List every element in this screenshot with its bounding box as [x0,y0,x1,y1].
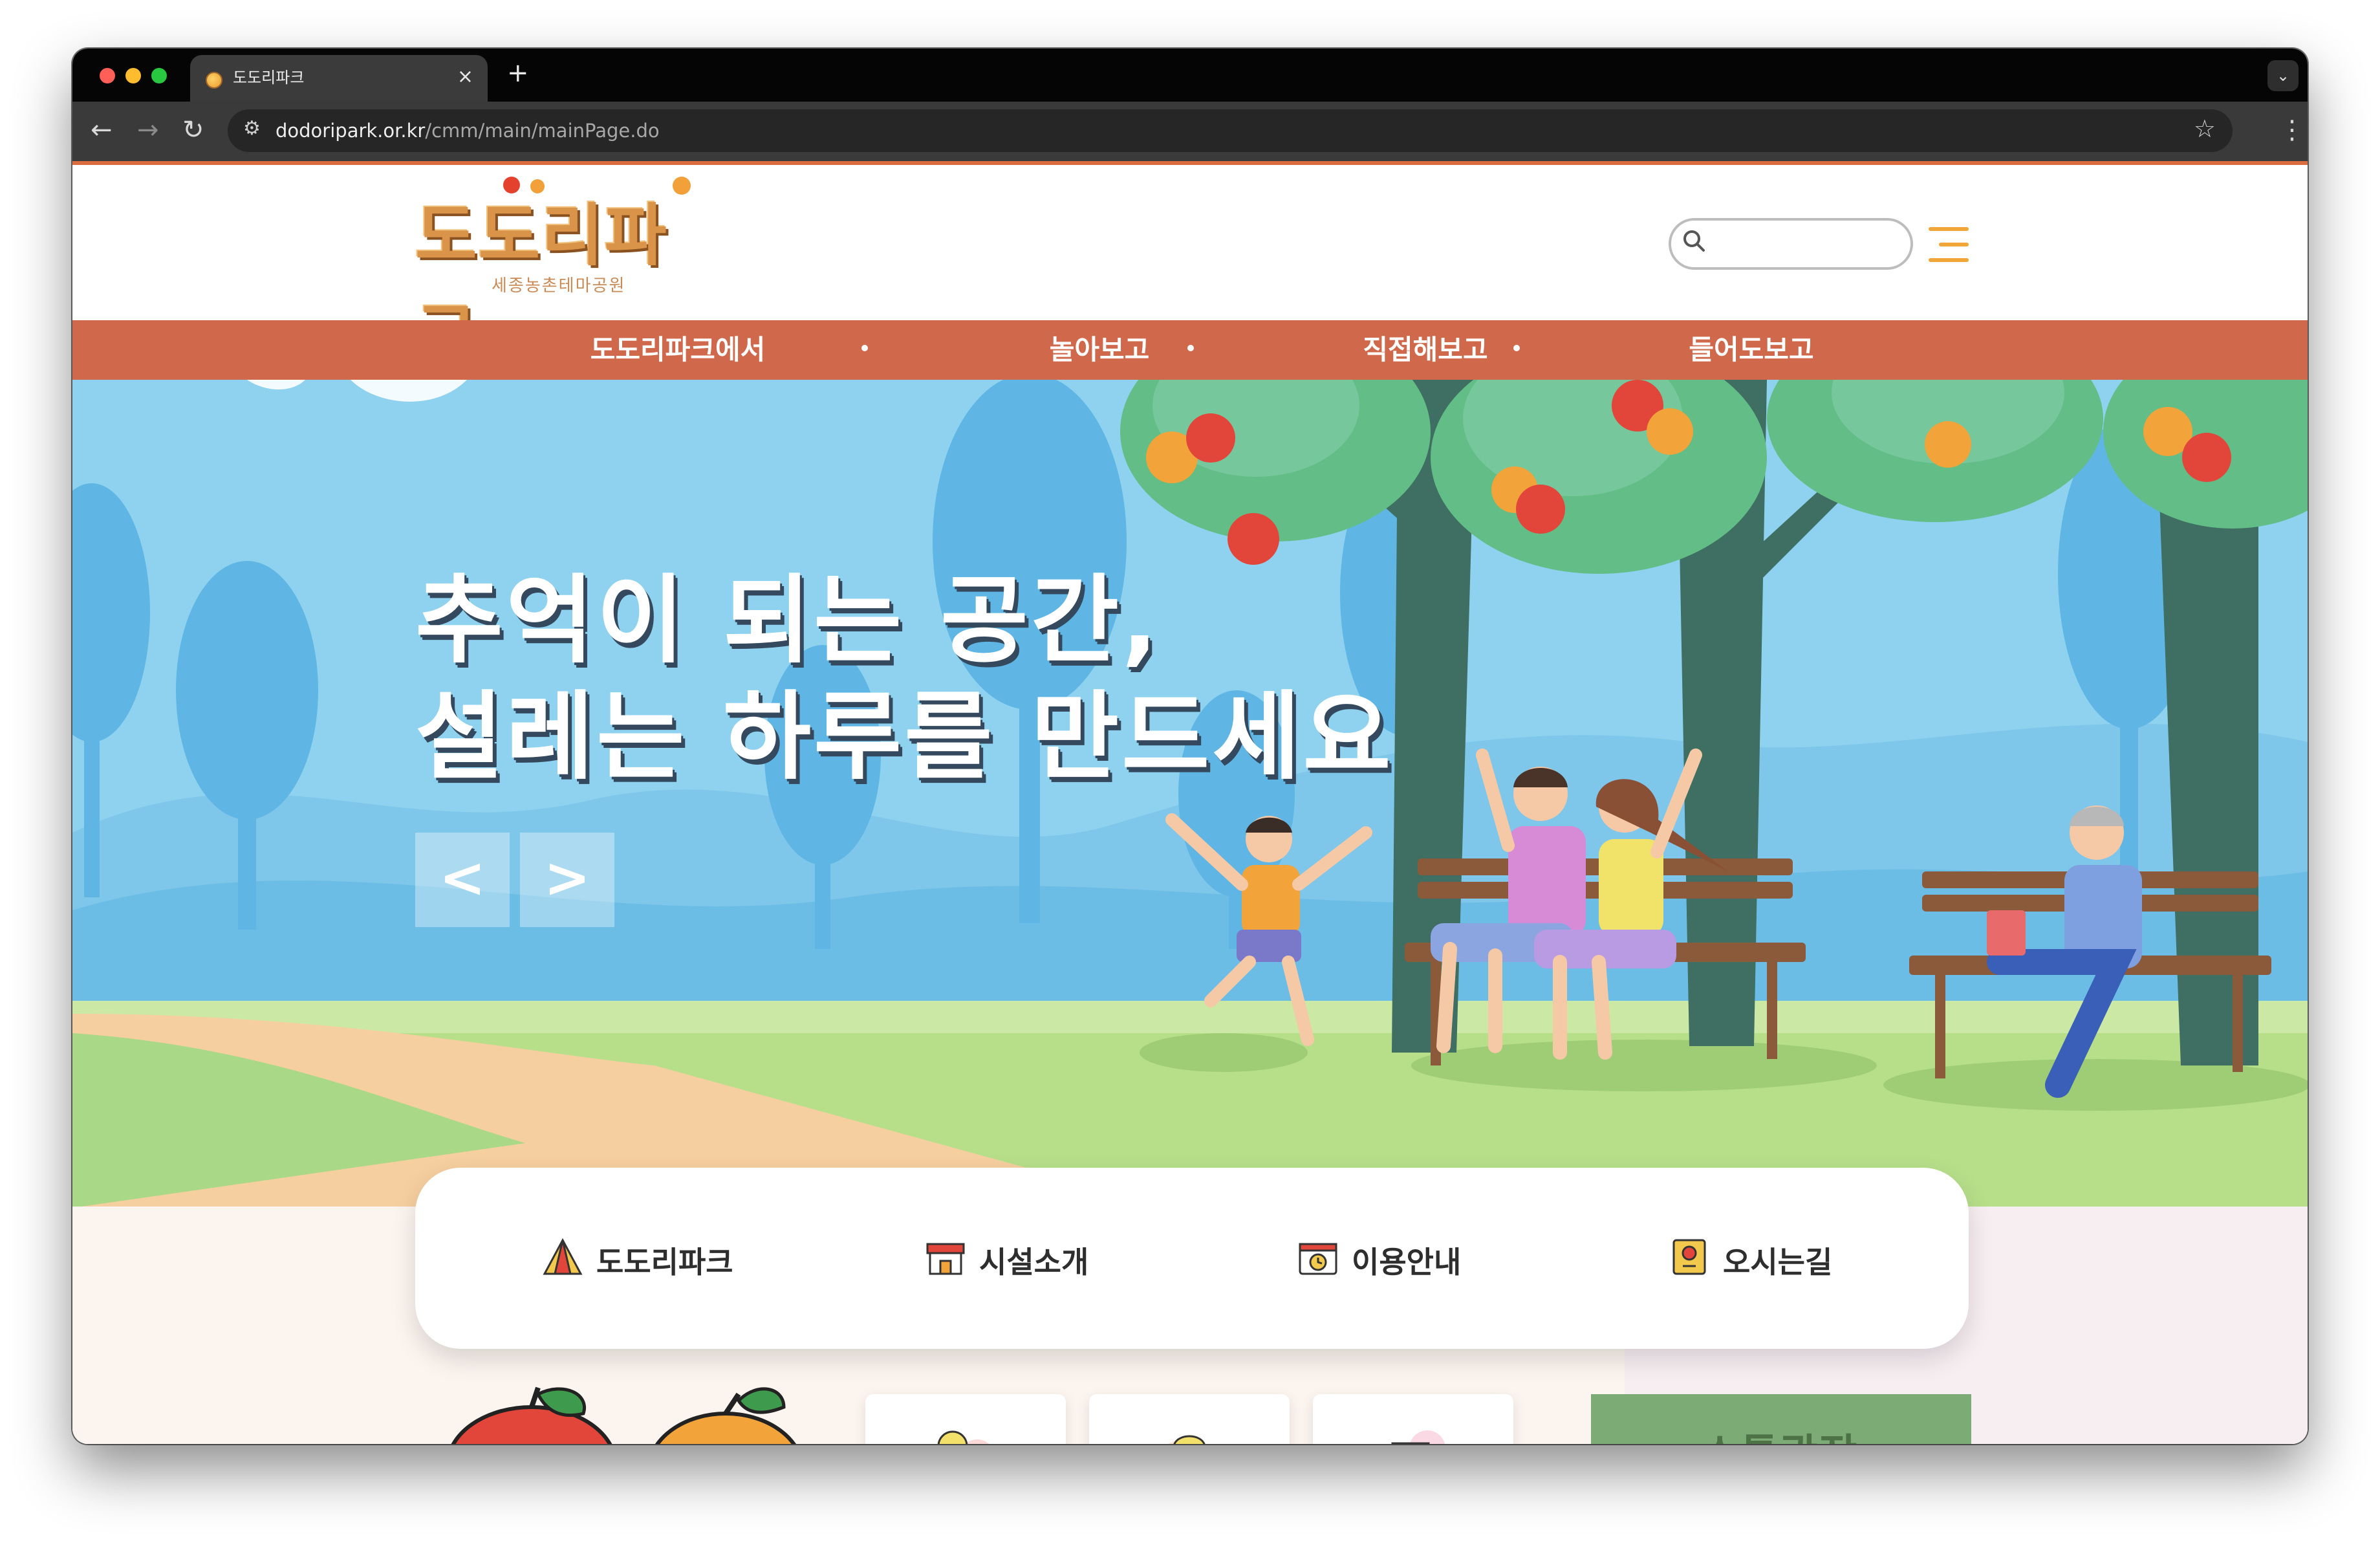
reload-icon[interactable]: ↻ [182,113,204,147]
browser-toolbar: ← → ↻ ⚙ dodoripark.or.kr/cmm/main/mainPa… [72,102,2308,161]
nav-item-listen[interactable]: 들어도보고 [1648,332,1855,368]
tea-cup-icon [1391,1430,1445,1444]
hero-banner: 추억이 되는 공간, 설레는 하루를 만드세요 < > [72,380,2308,1208]
board-title: 소통광장 [1701,1421,1859,1444]
browser-menu-icon[interactable]: ⋮ [2279,113,2305,147]
close-window-button[interactable] [100,68,115,83]
website: 도도리파크 세종농촌테마공원 도도리파크에서 놀아보고 직접해보고 들어도보고 [72,165,2308,1444]
zoom-window-button[interactable] [151,68,167,83]
site-logo[interactable]: 도도리파크 세종농촌테마공원 [415,177,719,373]
program-card[interactable] [1313,1394,1513,1444]
program-card[interactable] [1089,1394,1290,1444]
close-tab-icon[interactable]: × [457,65,473,88]
search-icon[interactable] [1682,228,1707,260]
url-host: dodoripark.or.kr [276,120,426,142]
fruit-illustration [451,1386,797,1444]
hamburger-menu-icon[interactable] [1929,227,1969,262]
tab-strip: 도도리파크 × + ⌄ [72,49,2308,102]
hero-line-1: 추억이 되는 공간, [415,565,1161,676]
address-bar[interactable]: ⚙ dodoripark.or.kr/cmm/main/mainPage.do … [228,109,2233,152]
tab-title: 도도리파크 [233,69,305,87]
program-card[interactable] [865,1394,1066,1444]
minimize-window-button[interactable] [125,68,141,83]
community-board[interactable]: 소통광장 [1591,1394,1971,1444]
quick-item-label: 이용안내 [1352,1245,1462,1280]
tab-search-button[interactable]: ⌄ [2267,60,2299,91]
map-pin-icon [1672,1239,1706,1275]
quick-menu: 도도리파크 시설소개 이용안내 오시는길 [415,1168,1969,1349]
calendar-clock-icon [1299,1243,1337,1275]
browser-tab[interactable]: 도도리파크 × [190,55,488,102]
main-navigation: 도도리파크에서 놀아보고 직접해보고 들어도보고 [72,320,2308,380]
hero-next-button[interactable]: > [520,833,614,927]
nav-separator [1513,345,1520,351]
forward-icon[interactable]: → [137,113,159,147]
logo-orange-icon [530,179,545,193]
hero-line-2: 설레는 하루를 만드세요 [415,681,1394,792]
shop-icon [926,1243,965,1275]
tent-icon [543,1238,583,1275]
logo-apple-icon [503,177,520,193]
nav-item-play[interactable]: 놀아보고 [996,332,1203,368]
nav-item-dodoripark[interactable]: 도도리파크에서 [574,332,781,368]
apple-pick-icon [937,1430,990,1444]
site-search-field[interactable] [1669,218,1913,270]
bbq-grill-icon [1168,1435,1206,1444]
site-info-icon[interactable]: ⚙ [243,117,261,140]
nav-separator [1187,345,1194,351]
favicon-icon [206,72,222,89]
new-tab-button[interactable]: + [507,59,529,87]
logo-orange-icon [673,177,691,195]
hero-headline: 추억이 되는 공간, 설레는 하루를 만드세요 [415,562,1394,795]
logo-subtitle: 세종농촌테마공원 [492,276,626,296]
quick-item-label: 도도리파크 [596,1245,733,1280]
quick-item-label: 시설소개 [979,1245,1089,1280]
url-path: /cmm/main/mainPage.do [425,120,660,142]
quick-item-label: 오시는길 [1723,1245,1833,1280]
nav-separator [861,345,868,351]
back-icon[interactable]: ← [91,113,113,147]
bookmark-star-icon[interactable]: ☆ [2194,115,2216,143]
nav-item-experience[interactable]: 직접해보고 [1322,332,1529,368]
hero-prev-button[interactable]: < [415,833,510,927]
browser-window: 도도리파크 × + ⌄ ← → ↻ ⚙ dodoripark.or.kr/cmm… [72,49,2308,1444]
url-text: dodoripark.or.kr/cmm/main/mainPage.do [276,120,660,142]
